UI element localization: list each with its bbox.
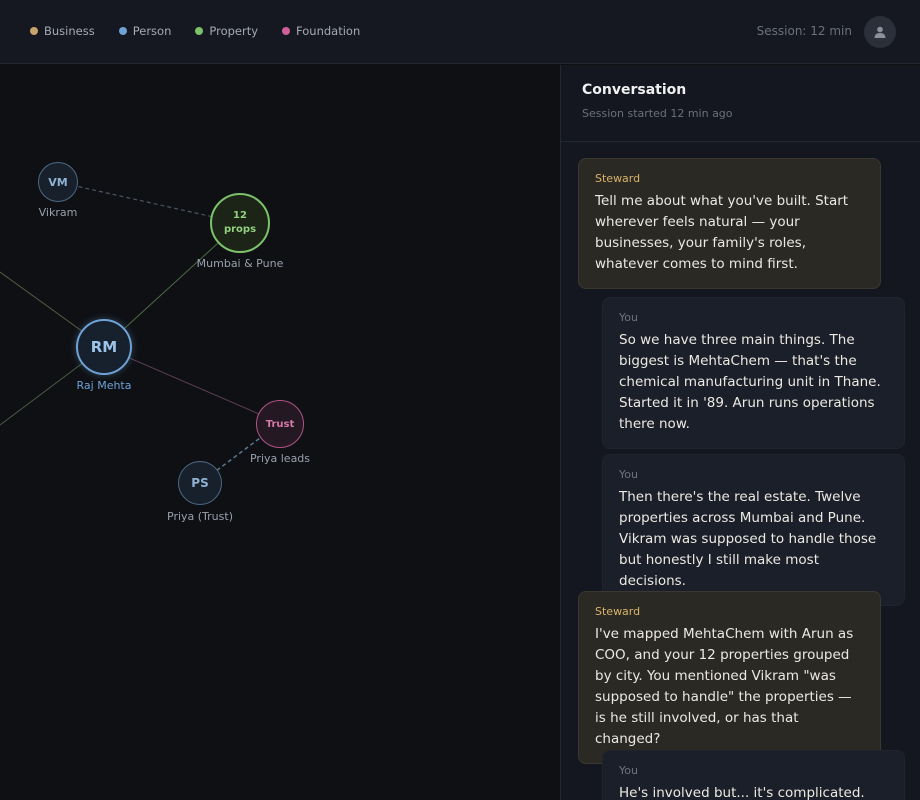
- message-author: Steward: [595, 172, 641, 185]
- message-steward: Steward I've mapped MehtaChem with Arun …: [578, 591, 881, 764]
- message-steward: Steward Tell me about what you've built.…: [578, 158, 881, 289]
- business-dot-icon: [30, 27, 38, 35]
- conversation-title: Conversation: [582, 82, 687, 98]
- property-dot-icon: [195, 27, 204, 35]
- legend-item-person: Person: [118, 24, 172, 38]
- node-unit: props: [223, 224, 257, 235]
- conversation-header: Conversation Session started 12 min ago: [561, 65, 920, 142]
- conversation-panel[interactable]: Conversation Session started 12 min ago …: [560, 65, 920, 800]
- node-vikram[interactable]: VM: [38, 162, 78, 202]
- message-text: I've mapped MehtaChem with Arun as COO, …: [595, 626, 854, 747]
- relationship-graph[interactable]: VM Vikram 12 props Mumbai & Pune RM Raj …: [0, 65, 560, 800]
- message-text: Tell me about what you've built. Start w…: [595, 193, 849, 272]
- legend-item-property: Property: [195, 24, 258, 38]
- foundation-dot-icon: [282, 27, 291, 35]
- legend-item-foundation: Foundation: [282, 24, 360, 38]
- node-raj-mehta[interactable]: RM: [76, 319, 132, 375]
- legend-label: Person: [132, 24, 172, 38]
- message-user: You So we have three main things. The bi…: [602, 297, 905, 449]
- top-bar: Business Person Property Foundation Sess…: [0, 0, 920, 64]
- node-label-vikram: Vikram: [38, 206, 78, 219]
- legend: Business Person Property Foundation: [30, 24, 360, 38]
- node-initials: VM: [48, 175, 68, 189]
- session-timer: Session: 12 min: [756, 24, 852, 38]
- message-text: He's involved but... it's complicated. H…: [619, 785, 865, 800]
- conversation-subtitle: Session started 12 min ago: [582, 107, 733, 120]
- user-icon: [874, 26, 886, 38]
- node-label-trust: Priya leads: [249, 452, 311, 465]
- node-count: 12: [233, 210, 247, 221]
- legend-label: Business: [44, 24, 95, 38]
- node-initials: Trust: [265, 418, 295, 430]
- person-dot-icon: [118, 27, 127, 35]
- message-author: You: [619, 468, 638, 481]
- node-label-raj: Raj Mehta: [76, 379, 132, 392]
- user-avatar-button[interactable]: [864, 16, 896, 48]
- node-priya[interactable]: PS: [178, 461, 222, 505]
- node-trust[interactable]: Trust: [256, 400, 304, 448]
- legend-label: Foundation: [296, 24, 361, 38]
- message-user: You He's involved but... it's complicate…: [602, 750, 905, 800]
- message-text: Then there's the real estate. Twelve pro…: [619, 489, 877, 589]
- message-text: So we have three main things. The bigges…: [619, 332, 881, 432]
- node-initials: RM: [90, 338, 118, 356]
- node-properties[interactable]: 12 props: [210, 193, 270, 253]
- legend-label: Property: [209, 24, 259, 38]
- message-author: You: [619, 764, 638, 777]
- message-author: Steward: [595, 605, 641, 618]
- message-user: You Then there's the real estate. Twelve…: [602, 454, 905, 606]
- legend-item-business: Business: [30, 24, 95, 38]
- node-label-properties: Mumbai & Pune: [196, 257, 284, 270]
- node-initials: PS: [191, 476, 209, 490]
- message-author: You: [619, 311, 638, 324]
- node-label-priya: Priya (Trust): [167, 510, 233, 523]
